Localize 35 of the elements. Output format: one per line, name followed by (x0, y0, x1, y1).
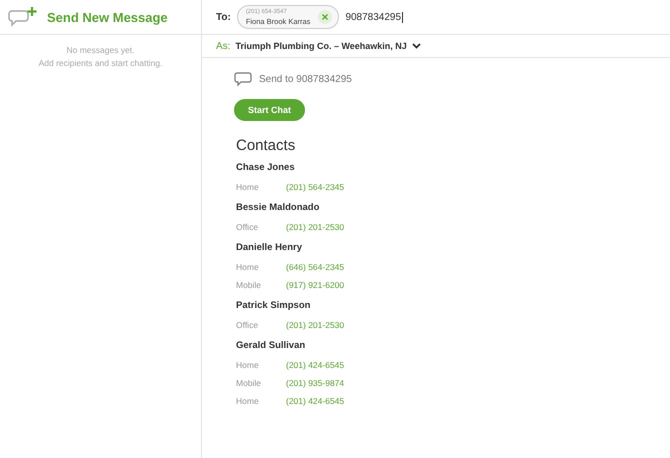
phone-type: Home (236, 360, 260, 370)
phone-type: Home (236, 182, 260, 192)
start-chat-button[interactable]: Start Chat (234, 99, 306, 121)
phone-number[interactable]: (917) 921-6200 (286, 280, 344, 290)
contact-name: Gerald Sullivan (236, 340, 306, 353)
contacts-heading: Contacts (236, 137, 296, 154)
phone-number[interactable]: (646) 564-2345 (286, 262, 344, 272)
sidebar-title[interactable]: Send New Message (47, 10, 168, 24)
phone-type: Office (236, 320, 260, 330)
empty-state-text: Add recipients and start chatting. (38, 57, 164, 70)
recipient-input[interactable]: 9087834295 (345, 12, 404, 22)
sender-select[interactable]: Triumph Plumbing Co. – Weehawkin, NJ (235, 41, 407, 51)
phone-type: Home (236, 262, 260, 272)
contact-name: Bessie Maldonado (236, 202, 320, 215)
contact-name: Danielle Henry (236, 242, 303, 255)
phone-number[interactable]: (201) 201-2530 (286, 320, 344, 330)
to-label: To: (216, 12, 231, 22)
empty-state-text: No messages yet. (65, 44, 136, 57)
new-message-icon[interactable] (7, 6, 39, 28)
contact-name: Chase Jones (236, 162, 296, 175)
phone-number[interactable]: (201) 424-6545 (286, 396, 344, 406)
contact-name: Patrick Simpson (236, 300, 312, 313)
send-to-text: Send to 9087834295 (259, 74, 352, 85)
as-label: As: (216, 40, 230, 52)
phone-number[interactable]: (201) 201-2530 (286, 222, 344, 232)
phone-number[interactable]: (201) 424-6545 (286, 360, 344, 370)
phone-type: Mobile (236, 280, 262, 290)
remove-icon[interactable] (318, 10, 332, 24)
phone-number[interactable]: (201) 564-2345 (286, 182, 344, 192)
phone-type: Office (236, 222, 260, 232)
phone-type: Home (236, 396, 260, 406)
phone-type: Mobile (236, 378, 262, 388)
speech-bubble-icon (234, 72, 252, 87)
chevron-down-icon[interactable] (412, 43, 421, 49)
phone-number[interactable]: (201) 935-9874 (286, 378, 344, 388)
